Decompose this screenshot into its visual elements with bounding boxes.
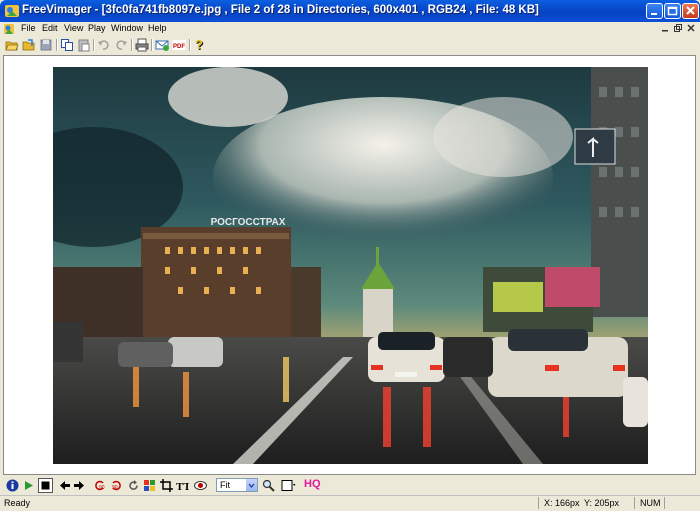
status-bar: Ready X: 166px Y: 205px NUM — [0, 495, 700, 511]
zoom-select[interactable]: Fit — [216, 478, 258, 492]
status-divider — [634, 497, 635, 509]
redo-icon[interactable] — [114, 38, 128, 52]
zoom-value: Fit — [220, 480, 230, 490]
svg-text:TT: TT — [176, 481, 189, 492]
menu-help[interactable]: Help — [148, 23, 167, 33]
menu-view[interactable]: View — [64, 23, 83, 33]
document-icon[interactable] — [3, 23, 15, 35]
bottom-toolbar: 90 90 TT Fit HQ — [0, 476, 700, 495]
toolbar-separator — [131, 39, 133, 51]
help-icon[interactable]: ?? — [193, 38, 207, 52]
stop-icon[interactable] — [38, 478, 53, 493]
status-text: Ready — [4, 498, 31, 508]
crop-icon[interactable] — [160, 479, 173, 492]
text-resize-icon[interactable]: TT — [176, 479, 189, 492]
mdi-restore-icon[interactable] — [673, 23, 683, 33]
menu-window[interactable]: Window — [111, 23, 143, 33]
chevron-down-icon[interactable] — [246, 479, 257, 491]
photo-image: РОСГОССТРАХ — [53, 67, 648, 464]
rotate-ccw-icon[interactable]: 90 — [93, 479, 106, 492]
title-bar[interactable]: FreeVimager - [3fc0fa741fb8097e.jpg , Fi… — [0, 0, 700, 22]
main-toolbar: PDF ?? — [0, 37, 700, 54]
svg-text:90: 90 — [112, 485, 118, 491]
hq-toggle[interactable]: HQ — [304, 478, 321, 490]
magnifier-icon[interactable] — [262, 479, 275, 492]
app-logo-icon — [5, 5, 19, 17]
svg-text:90: 90 — [99, 485, 105, 491]
mdi-minimize-icon[interactable] — [660, 23, 670, 33]
menu-bar: File Edit View Play Window Help — [0, 22, 700, 36]
toolbar-separator — [93, 39, 95, 51]
copy-icon[interactable] — [60, 38, 74, 52]
previous-arrow-icon[interactable] — [58, 479, 71, 492]
play-icon[interactable] — [22, 479, 35, 492]
info-icon[interactable] — [6, 479, 19, 492]
open-folder-icon[interactable] — [5, 38, 19, 52]
minimize-button[interactable] — [646, 3, 663, 19]
x-coordinate: X: 166px — [544, 498, 580, 508]
close-button[interactable] — [682, 3, 699, 19]
svg-text:PDF: PDF — [173, 44, 185, 50]
mdi-close-icon[interactable] — [686, 23, 696, 33]
rotate-cw-icon[interactable]: 90 — [110, 479, 123, 492]
redeye-icon[interactable] — [194, 479, 207, 492]
menu-edit[interactable]: Edit — [42, 23, 58, 33]
y-coordinate: Y: 205px — [584, 498, 620, 508]
color-adjust-icon[interactable] — [143, 479, 156, 492]
maximize-button[interactable] — [664, 3, 681, 19]
toolbar-separator — [151, 39, 153, 51]
next-arrow-icon[interactable] — [73, 479, 86, 492]
window-title: FreeVimager - [3fc0fa741fb8097e.jpg , Fi… — [22, 4, 539, 16]
svg-text:?: ? — [195, 38, 203, 52]
save-icon[interactable] — [39, 38, 53, 52]
background-color-icon[interactable] — [281, 479, 296, 492]
pdf-icon[interactable]: PDF — [172, 38, 186, 52]
print-icon[interactable] — [135, 38, 149, 52]
undo-icon[interactable] — [97, 38, 111, 52]
status-divider — [664, 497, 665, 509]
menu-file[interactable]: File — [21, 23, 36, 33]
open-file-icon[interactable] — [22, 38, 36, 52]
toolbar-separator — [56, 39, 58, 51]
status-divider — [538, 497, 539, 509]
paste-icon[interactable] — [77, 38, 91, 52]
num-lock-indicator: NUM — [640, 498, 661, 508]
toolbar-separator — [189, 39, 191, 51]
menu-play[interactable]: Play — [88, 23, 106, 33]
building-sign: РОСГОССТРАХ — [211, 217, 286, 228]
email-icon[interactable] — [155, 38, 169, 52]
refresh-icon[interactable] — [127, 479, 140, 492]
image-canvas[interactable]: РОСГОССТРАХ — [3, 55, 696, 475]
